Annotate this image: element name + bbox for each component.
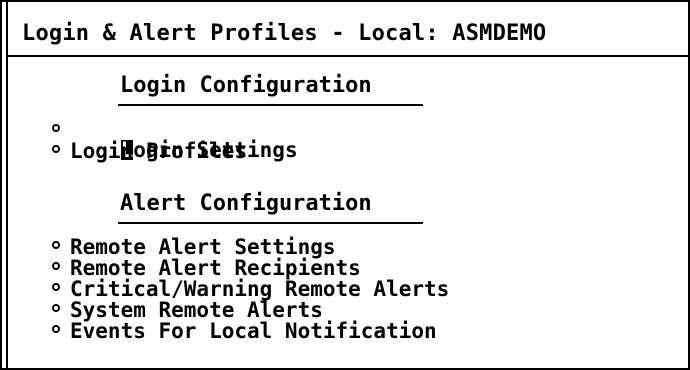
window-title: Login & Alert Profiles - Local: ASMDEMO [22,21,547,46]
menu-item-remote-alert-recipients[interactable]: Remote Alert Recipients [70,258,361,279]
frame-border-left-outer [0,0,2,370]
menu-item-critical-warning-remote-alerts[interactable]: Critical/Warning Remote Alerts [70,279,449,300]
bullet-icon [52,325,60,333]
frame-border-top [0,0,690,2]
menu-item-remote-alert-settings[interactable]: Remote Alert Settings [70,237,336,258]
section-rule-login-configuration [118,104,423,106]
menu-item-events-for-local-notification[interactable]: Events For Local Notification [70,321,437,342]
bullet-icon [52,124,60,132]
bullet-icon [52,241,60,249]
bullet-icon [52,283,60,291]
bullet-icon [52,304,60,312]
terminal-screen: Login & Alert Profiles - Local: ASMDEMO … [0,0,690,370]
section-heading-alert-configuration: Alert Configuration [120,191,372,216]
section-heading-login-configuration: Login Configuration [120,73,372,98]
menu-item-login-profiles[interactable]: Login Profiles [70,141,247,162]
menu-item-system-remote-alerts[interactable]: System Remote Alerts [70,300,323,321]
bullet-icon [52,262,60,270]
section-rule-alert-configuration [118,222,423,224]
bullet-icon [52,145,60,153]
title-divider [8,55,688,57]
